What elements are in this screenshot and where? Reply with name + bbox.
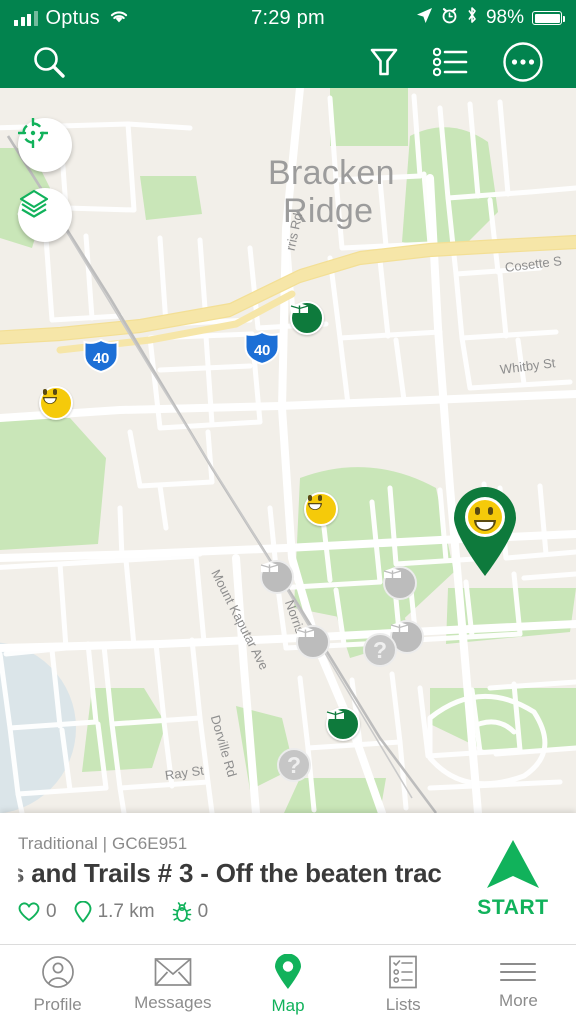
layers-icon xyxy=(19,189,49,218)
question-mark-icon: ? xyxy=(372,636,388,663)
cache-marker-grey-box[interactable] xyxy=(260,560,294,594)
cache-marker-grey-box[interactable] xyxy=(296,625,330,659)
cache-stats-row: 0 1.7 km 0 xyxy=(18,901,458,923)
cache-box-icon xyxy=(326,709,345,719)
highway-shield-40-west: 40 xyxy=(83,339,119,373)
toolbar-actions xyxy=(368,41,544,83)
trackables-count: 0 xyxy=(197,901,209,922)
envelope-icon xyxy=(154,957,192,986)
locate-me-button[interactable] xyxy=(18,118,72,172)
tab-messages[interactable]: Messages xyxy=(115,945,230,1024)
selected-cache-pin[interactable] xyxy=(447,484,523,578)
highway-shield-number: 40 xyxy=(92,350,110,367)
cache-marker-mystery[interactable]: ? xyxy=(277,748,311,782)
search-icon[interactable] xyxy=(30,43,68,81)
cache-title-marquee: s and Trails # 3 - Off the beaten trac xyxy=(18,858,498,894)
cache-box-icon xyxy=(290,303,309,313)
cache-marker-green-box[interactable] xyxy=(326,707,360,741)
tab-map[interactable]: Map xyxy=(230,945,345,1024)
battery-icon xyxy=(532,11,565,25)
cache-marker-grey-box[interactable] xyxy=(383,566,417,600)
more-ellipsis-icon[interactable] xyxy=(502,41,544,83)
distance-stat: 1.7 km xyxy=(74,901,155,923)
status-bar: Optus 7:29 pm 98% xyxy=(0,0,576,36)
filter-funnel-icon[interactable] xyxy=(368,45,400,79)
cache-box-icon xyxy=(383,568,402,578)
cache-info-card[interactable]: Traditional | GC6E951 s and Trails # 3 -… xyxy=(0,813,576,944)
tab-label-map: Map xyxy=(271,995,305,1015)
map-canvas[interactable]: Bracken Ridge rris Rd Cosette S Whitby S… xyxy=(0,88,576,813)
place-label-ridge: Ridge xyxy=(283,192,374,230)
profile-icon xyxy=(41,955,74,988)
bottom-tab-bar: Profile Messages Map Lists More xyxy=(0,944,576,1024)
place-label-bracken: Bracken xyxy=(268,154,395,192)
cache-marker-found-smiley[interactable] xyxy=(304,492,338,526)
cache-box-icon xyxy=(260,562,279,572)
tab-profile[interactable]: Profile xyxy=(0,945,115,1024)
tab-label-more: More xyxy=(499,990,538,1010)
status-bar-time: 7:29 pm xyxy=(251,6,325,29)
highway-shield-40-east: 40 xyxy=(244,331,280,365)
cache-title: s and Trails # 3 - Off the beaten trac xyxy=(18,858,442,888)
map-pin-outline-icon xyxy=(74,901,92,923)
cache-box-icon xyxy=(390,622,409,632)
top-toolbar xyxy=(0,36,576,88)
tab-lists[interactable]: Lists xyxy=(346,945,461,1024)
tab-label-messages: Messages xyxy=(134,992,212,1012)
list-icon[interactable] xyxy=(433,46,469,78)
cache-card-details: Traditional | GC6E951 s and Trails # 3 -… xyxy=(0,834,458,923)
smiley-found-icon xyxy=(43,389,57,404)
cache-box-icon xyxy=(296,627,315,637)
map-pin-icon xyxy=(275,953,301,989)
crosshair-icon xyxy=(18,118,48,148)
highway-shield-number: 40 xyxy=(253,342,271,359)
bug-trackable-icon xyxy=(172,901,191,922)
tab-label-profile: Profile xyxy=(33,994,82,1014)
app-root: Optus 7:29 pm 98% Bracken Ridge rris Rd … xyxy=(0,0,576,1024)
favorites-stat: 0 xyxy=(18,901,57,923)
heart-icon xyxy=(18,902,40,921)
start-button-label: START xyxy=(477,895,549,919)
map-layers-button[interactable] xyxy=(18,188,72,242)
checklist-icon xyxy=(389,955,418,988)
question-mark-icon: ? xyxy=(286,751,302,778)
distance-value: 1.7 km xyxy=(97,901,155,922)
cache-marker-found-smiley[interactable] xyxy=(39,386,73,420)
tab-label-lists: Lists xyxy=(385,994,421,1014)
trackables-stat: 0 xyxy=(172,901,209,923)
hamburger-icon xyxy=(500,962,537,981)
tab-more[interactable]: More xyxy=(461,945,576,1024)
cache-marker-green-box[interactable] xyxy=(290,301,324,335)
cache-type-and-code: Traditional | GC6E951 xyxy=(18,834,188,853)
cache-marker-mystery[interactable]: ? xyxy=(363,633,397,667)
favorites-count: 0 xyxy=(46,901,57,922)
smiley-found-icon xyxy=(308,495,322,510)
